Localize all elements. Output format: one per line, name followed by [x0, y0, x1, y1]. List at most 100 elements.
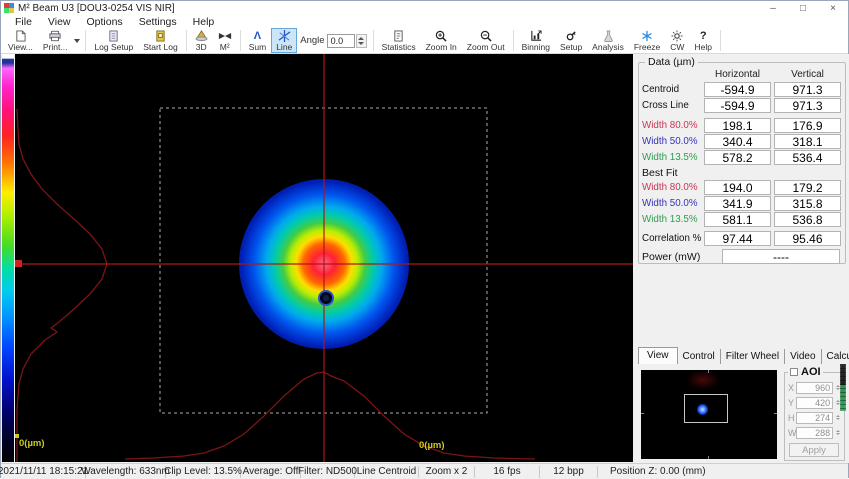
width80-h-value: 198.1	[704, 118, 771, 133]
menu-help[interactable]: Help	[185, 16, 223, 28]
bf-width135-v-value: 536.8	[774, 212, 841, 227]
correlation-h-value: 97.44	[704, 231, 771, 246]
spin-up-icon	[358, 37, 364, 40]
binning-button[interactable]: Binning	[517, 28, 555, 53]
best-fit-section: Best Fit	[642, 167, 842, 179]
print-button[interactable]: Print...	[38, 28, 73, 53]
menu-file[interactable]: File	[7, 16, 40, 28]
angle-label: Angle	[300, 35, 324, 46]
aoi-w-input[interactable]: 288	[796, 427, 833, 439]
3d-button[interactable]: 3D	[190, 28, 213, 53]
width50-h-value: 340.4	[704, 134, 771, 149]
start-log-button[interactable]: Start Log	[138, 28, 183, 53]
preview-glow	[686, 370, 720, 390]
status-bar: 2021/11/11 18:15:21 Wavelength: 633nm Cl…	[1, 463, 848, 479]
aoi-x-input[interactable]: 960	[796, 382, 833, 394]
cw-button[interactable]: CW	[665, 28, 689, 53]
power-row: Power (mW) ----	[642, 249, 842, 264]
aoi-y-input[interactable]: 420	[796, 397, 833, 409]
maximize-button[interactable]: □	[788, 1, 818, 15]
close-button[interactable]: ×	[818, 1, 848, 15]
menu-view[interactable]: View	[40, 16, 79, 28]
status-datetime: 2021/11/11 18:15:21	[1, 466, 86, 478]
m-squared-icon	[218, 30, 232, 42]
centroid-h-value: -594.9	[704, 82, 771, 97]
table-row-bf-width80: Width 80.0% 194.0 179.2	[642, 180, 842, 195]
table-row-width50: Width 50.0% 340.4 318.1	[642, 134, 842, 149]
aoi-x-row: X 960	[788, 381, 842, 394]
status-average: Average: Off	[241, 466, 301, 478]
width80-v-value: 176.9	[774, 118, 841, 133]
tab-control[interactable]: Control	[678, 349, 721, 364]
menu-options[interactable]: Options	[79, 16, 131, 28]
tab-video[interactable]: Video	[785, 349, 821, 364]
angle-control: Angle 0.0	[300, 34, 366, 48]
preview-tick	[708, 370, 709, 373]
apply-button[interactable]: Apply	[789, 443, 839, 457]
setup-button[interactable]: Setup	[555, 28, 587, 53]
zoom-in-icon	[435, 30, 447, 42]
axis-origin-marker	[15, 434, 19, 438]
angle-spinner[interactable]	[356, 34, 367, 48]
data-groupbox: Data (µm) Horizontal Vertical Centroid -…	[638, 62, 846, 264]
camera-preview[interactable]	[641, 370, 777, 459]
view-button[interactable]: View...	[3, 28, 38, 53]
statistics-button[interactable]: Statistics	[377, 28, 421, 53]
help-icon: ?	[700, 30, 707, 42]
spin-down-icon	[358, 42, 364, 45]
log-setup-button[interactable]: Log Setup	[89, 28, 138, 53]
status-filter: Filter: ND500	[301, 466, 355, 478]
right-panel: Data (µm) Horizontal Vertical Centroid -…	[633, 54, 849, 463]
minimize-icon: –	[770, 3, 776, 14]
zoom-in-button[interactable]: Zoom In	[421, 28, 462, 53]
table-row-bf-width135: Width 13.5% 581.1 536.8	[642, 212, 842, 227]
axis-origin-label-left: 0(µm)	[19, 438, 45, 449]
preview-tick	[708, 456, 709, 459]
aoi-h-input[interactable]: 274	[796, 412, 833, 424]
help-button[interactable]: ? Help	[689, 28, 716, 53]
aoi-checkbox[interactable]	[790, 368, 798, 376]
print-dropdown-icon[interactable]	[74, 39, 80, 43]
tab-filter-wheel[interactable]: Filter Wheel	[721, 349, 785, 364]
app-icon	[4, 3, 14, 13]
zoom-out-button[interactable]: Zoom Out	[462, 28, 510, 53]
width135-h-value: 578.2	[704, 150, 771, 165]
table-row-correlation: Correlation % 97.44 95.46	[642, 231, 842, 246]
width50-v-value: 318.1	[774, 134, 841, 149]
close-icon: ×	[830, 3, 836, 14]
m-squared-button[interactable]: M²	[213, 28, 237, 53]
column-vertical: Vertical	[774, 69, 841, 80]
preview-tick	[774, 413, 777, 414]
line-button[interactable]: Line	[271, 28, 297, 53]
beam-display[interactable]: 0(µm) 0(µm)	[15, 54, 633, 462]
beam-overlay-graphics	[15, 54, 633, 462]
freeze-button[interactable]: Freeze	[629, 28, 665, 53]
sum-button[interactable]: Λ Sum	[244, 28, 271, 53]
table-row-width80: Width 80.0% 198.1 176.9	[642, 118, 842, 133]
aoi-groupbox: AOI X 960 Y 420 H 274 W 288	[784, 372, 845, 461]
app-window: M² Beam U3 [DOU3-0254 VIS NIR] – □ × Fil…	[0, 0, 849, 478]
bf-width50-h-value: 341.9	[704, 196, 771, 211]
bf-width135-h-value: 581.1	[704, 212, 771, 227]
data-table-header: Horizontal Vertical	[642, 69, 842, 80]
title-bar: M² Beam U3 [DOU3-0254 VIS NIR] – □ ×	[1, 1, 848, 15]
tab-calculation[interactable]: Calculation	[822, 349, 849, 364]
minimize-button[interactable]: –	[758, 1, 788, 15]
vertical-profile-curve	[17, 109, 107, 462]
analysis-icon	[603, 30, 614, 42]
bf-width50-v-value: 315.8	[774, 196, 841, 211]
menu-settings[interactable]: Settings	[131, 16, 185, 28]
data-groupbox-title: Data (µm)	[645, 56, 698, 68]
status-clip-level: Clip Level: 13.5%	[166, 466, 241, 478]
level-indicator	[840, 364, 846, 411]
printer-icon	[49, 30, 61, 42]
toolbar: View... Print... Log Setup Start Log	[1, 28, 848, 54]
aoi-w-spinner[interactable]	[834, 430, 842, 435]
crosshair-handle[interactable]	[15, 260, 22, 267]
binning-icon	[530, 30, 542, 42]
analysis-button[interactable]: Analysis	[587, 28, 629, 53]
aoi-h-spinner[interactable]	[834, 415, 842, 420]
tab-view[interactable]: View	[638, 347, 678, 364]
angle-input[interactable]: 0.0	[327, 34, 355, 48]
log-setup-icon	[108, 30, 119, 42]
